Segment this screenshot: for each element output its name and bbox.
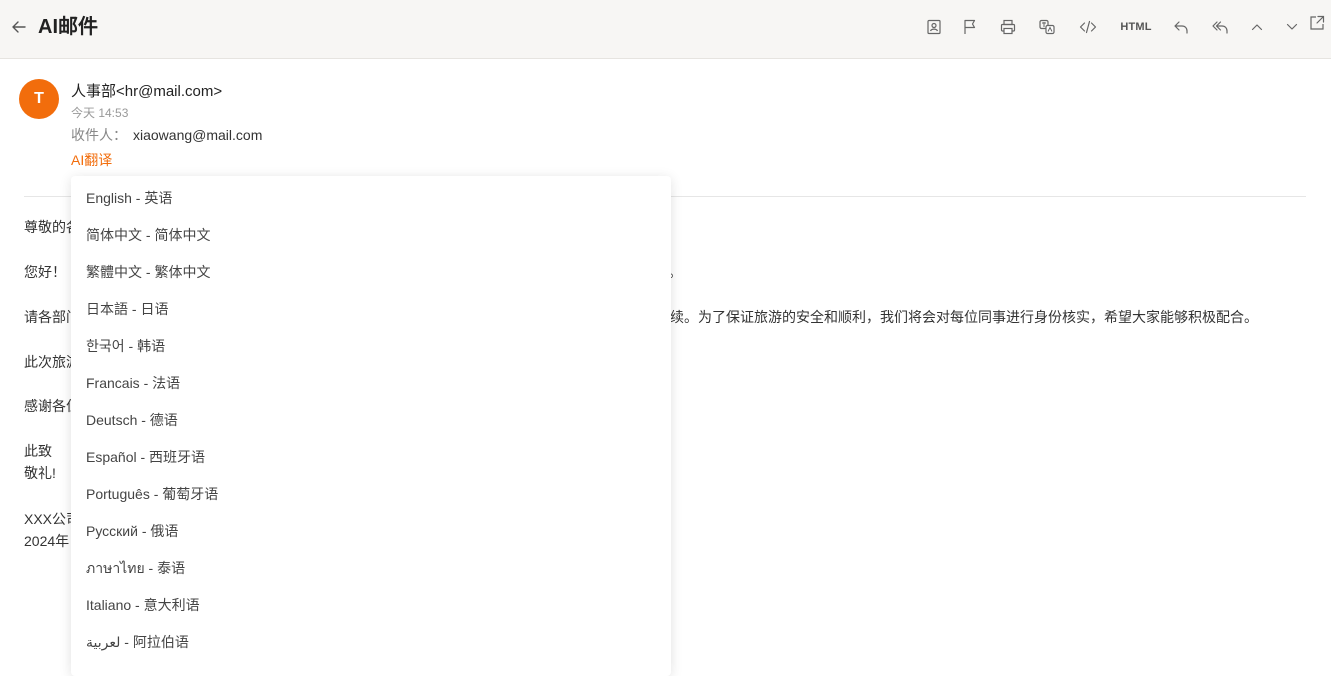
language-option[interactable]: Francais - 法语 — [71, 365, 671, 402]
language-option[interactable]: ภาษาไทย - 泰语 — [71, 550, 671, 587]
translate-icon — [1039, 19, 1055, 35]
language-option[interactable]: 한국어 - 韩语 — [71, 328, 671, 365]
chevron-up-icon — [1251, 24, 1263, 31]
printer-icon — [1000, 19, 1016, 35]
language-option[interactable]: English - 英语 — [71, 180, 671, 217]
language-option[interactable]: Italiano - 意大利语 — [71, 587, 671, 624]
reply-all-icon — [1212, 21, 1228, 34]
body-line-2-end: 续。为了保证旅游的安全和顺利，我们将会对每位同事进行身份核实，希望大家能够积极配… — [670, 309, 1258, 325]
language-option[interactable]: Español - 西班牙语 — [71, 439, 671, 476]
contact-button[interactable] — [921, 14, 947, 40]
language-option[interactable]: Deutsch - 德语 — [71, 402, 671, 439]
email-time: 今天 14:53 — [71, 106, 129, 120]
arrow-left-icon — [12, 21, 26, 33]
previous-email-button[interactable] — [1244, 14, 1270, 40]
view-source-button[interactable] — [1075, 14, 1101, 40]
language-option[interactable]: 繁體中文 - 繁体中文 — [71, 254, 671, 291]
recipient-label: 收件人： — [71, 127, 127, 143]
next-email-button[interactable] — [1279, 14, 1305, 40]
flag-button[interactable] — [957, 14, 983, 40]
reply-icon — [1174, 21, 1188, 34]
language-option[interactable]: Português - 葡萄牙语 — [71, 476, 671, 513]
reply-button[interactable] — [1168, 14, 1194, 40]
html-view-button[interactable]: HTML — [1119, 14, 1153, 40]
html-label: HTML — [1120, 21, 1152, 33]
email-header: AI邮件 HTML — [0, 0, 1331, 59]
sender-avatar: T — [19, 79, 59, 119]
page-title: AI邮件 — [38, 16, 98, 38]
reply-all-button[interactable] — [1207, 14, 1233, 40]
back-button[interactable] — [8, 16, 30, 38]
language-option[interactable]: 简体中文 - 简体中文 — [71, 217, 671, 254]
recipient-address[interactable]: xiaowang@mail.com — [133, 127, 262, 143]
body-line-1: 您好！ — [24, 264, 66, 280]
ai-translate-link[interactable]: AI翻译 — [71, 152, 112, 169]
language-option[interactable]: لعربية - 阿拉伯语 — [71, 624, 671, 661]
contact-card-icon — [927, 19, 941, 35]
chevron-down-icon — [1286, 23, 1298, 30]
body-closing-1: 此致 — [24, 443, 52, 459]
external-window-icon — [1310, 15, 1325, 30]
code-icon — [1079, 20, 1097, 34]
flag-icon — [964, 19, 976, 34]
language-option[interactable]: Русский - 俄语 — [71, 513, 671, 550]
body-closing-2: 敬礼! — [24, 465, 56, 481]
print-button[interactable] — [995, 14, 1021, 40]
language-option[interactable]: 日本語 - 日语 — [71, 291, 671, 328]
recipient-row: 收件人： xiaowang@mail.com — [71, 127, 262, 144]
translate-button[interactable] — [1034, 14, 1060, 40]
signature-date: 2024年 — [24, 533, 70, 549]
sender-name[interactable]: 人事部<hr@mail.com> — [71, 82, 222, 101]
language-dropdown: English - 英语 简体中文 - 简体中文 繁體中文 - 繁体中文 日本語… — [71, 176, 671, 676]
open-in-new-window-button[interactable] — [1305, 10, 1329, 36]
